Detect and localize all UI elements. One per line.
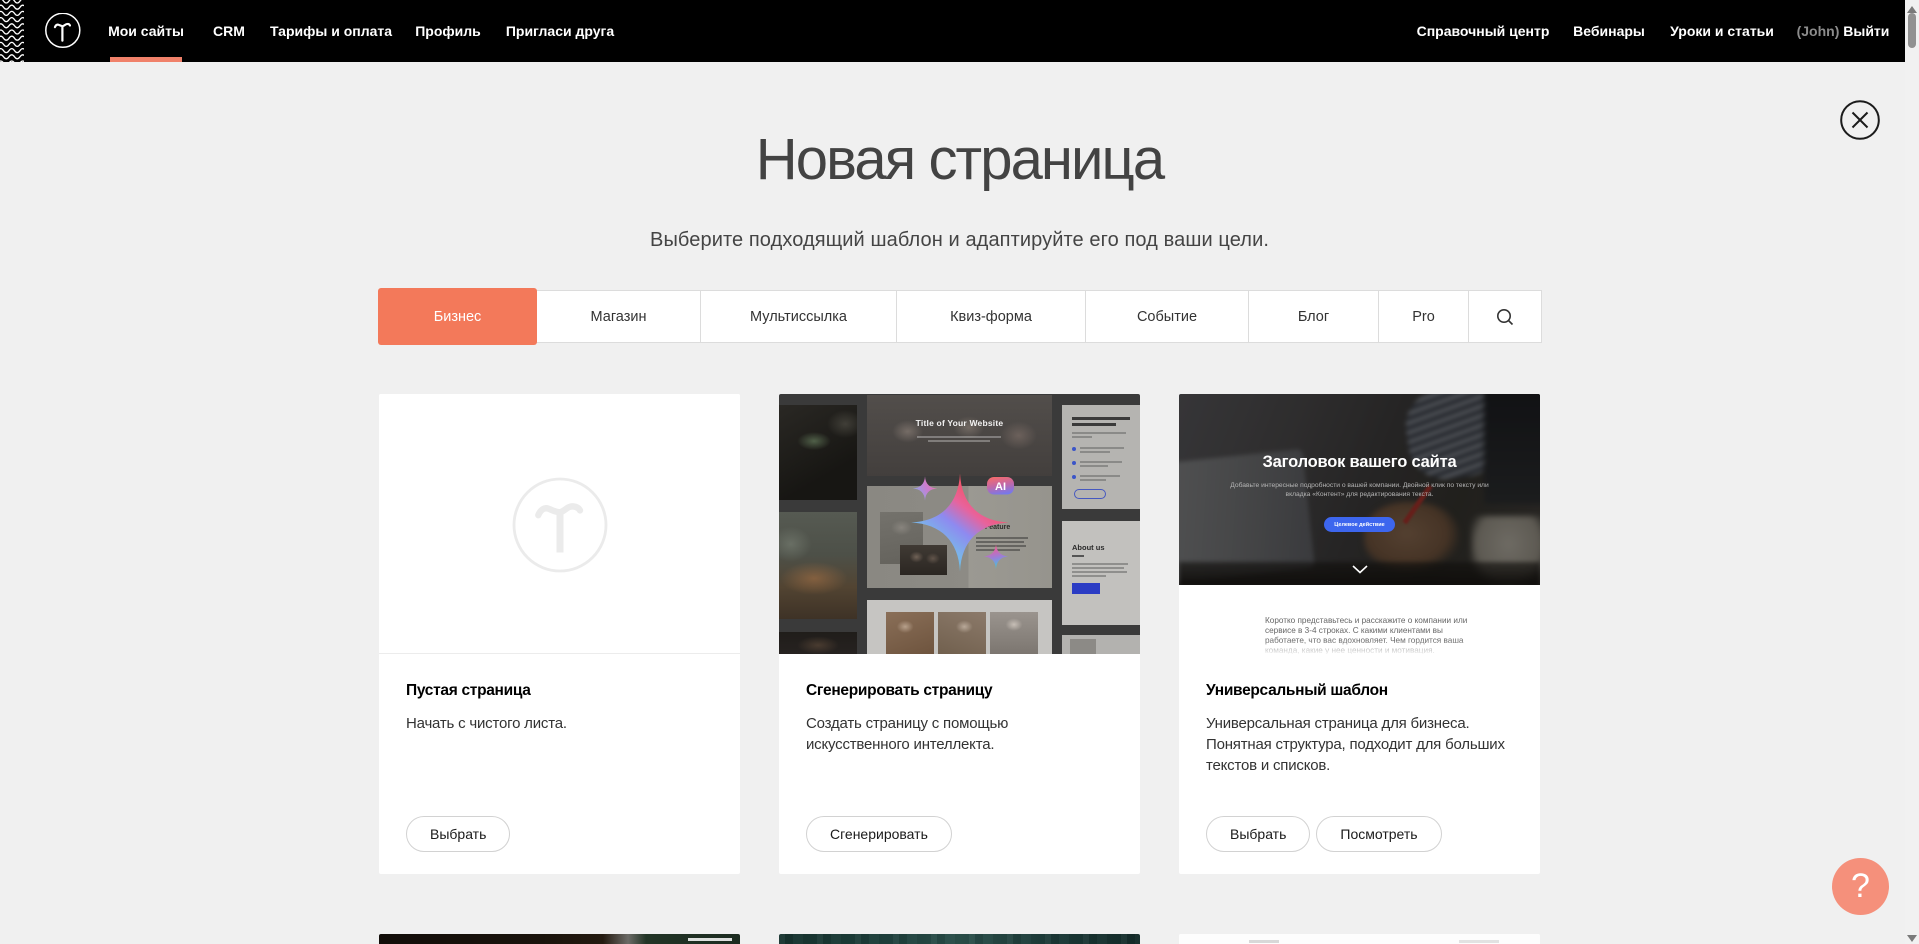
svg-text:AI: AI: [995, 481, 1006, 493]
